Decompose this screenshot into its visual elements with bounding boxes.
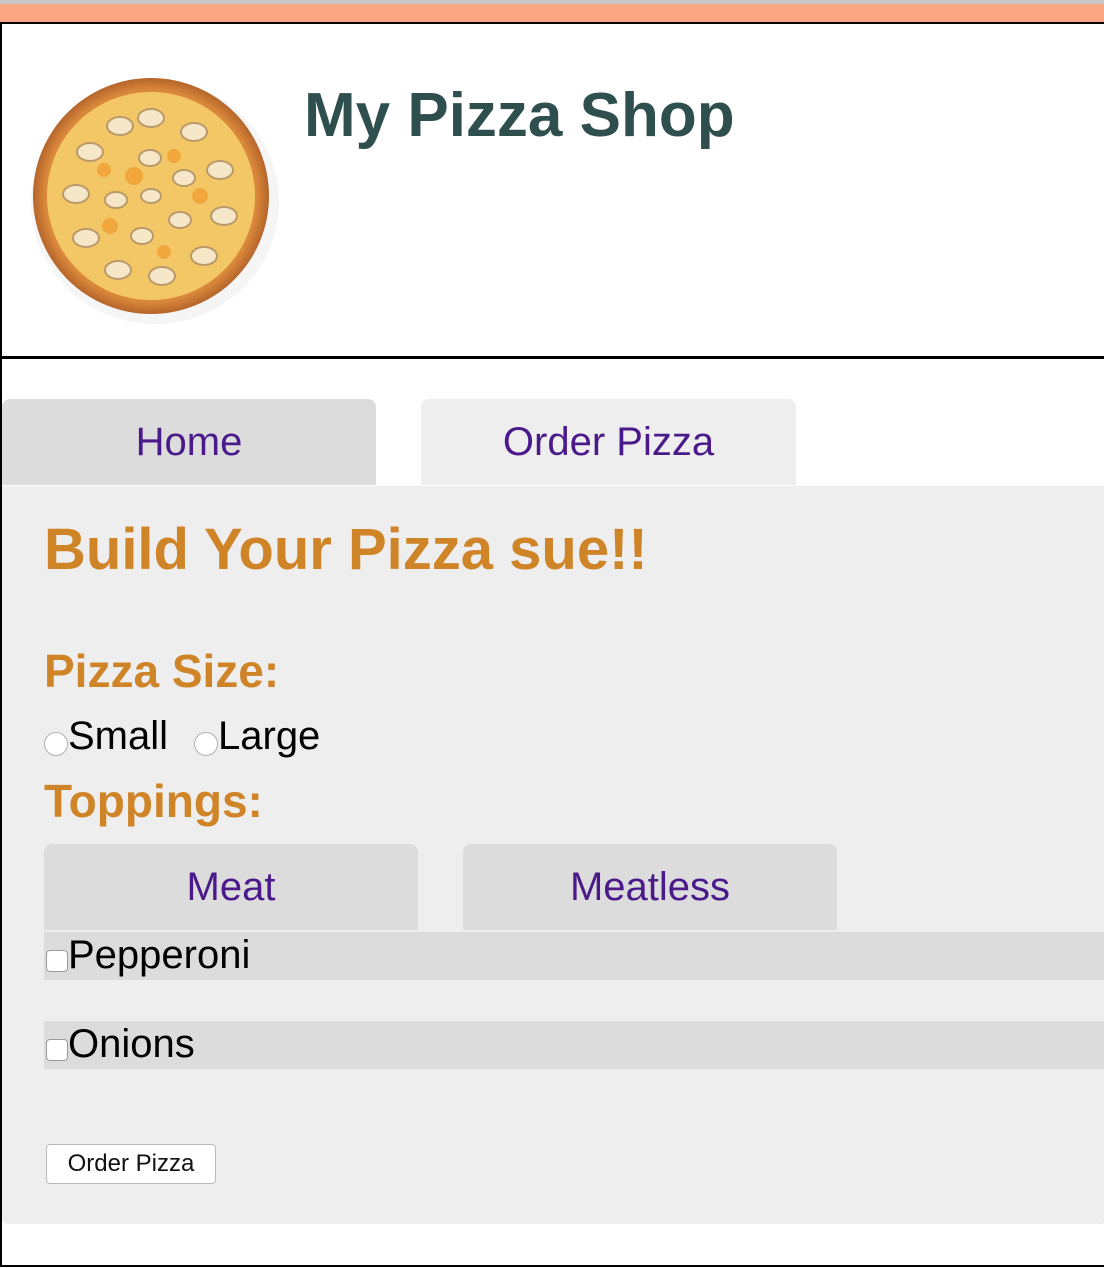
page-title: Build Your Pizza sue!! — [44, 517, 648, 582]
window-top-bar — [0, 0, 1104, 22]
pizza-size-heading: Pizza Size: — [44, 645, 280, 697]
topping-row-onions: Onions — [44, 1021, 1104, 1069]
tab-meatless[interactable]: Meatless — [463, 844, 837, 930]
size-large-label: Large — [218, 714, 321, 758]
site-header: My Pizza Shop — [2, 24, 1104, 359]
size-small-radio[interactable] — [44, 732, 68, 756]
tab-meat[interactable]: Meat — [44, 844, 418, 930]
topping-row-pepperoni: Pepperoni — [44, 932, 1104, 980]
pepperoni-checkbox[interactable] — [46, 950, 68, 972]
pizza-logo — [31, 78, 279, 324]
size-large-radio[interactable] — [194, 732, 218, 756]
page-frame: My Pizza Shop Home Order Pizza Build You… — [0, 22, 1104, 1267]
tab-order-pizza[interactable]: Order Pizza — [421, 399, 796, 485]
toppings-heading: Toppings: — [44, 775, 263, 827]
onions-label: Onions — [68, 1022, 195, 1066]
order-pizza-button[interactable]: Order Pizza — [46, 1144, 216, 1184]
pepperoni-label: Pepperoni — [68, 933, 251, 977]
order-panel: Build Your Pizza sue!! Pizza Size: Small… — [2, 486, 1104, 1224]
tab-home[interactable]: Home — [2, 399, 376, 485]
size-small-label: Small — [68, 714, 169, 758]
onions-checkbox[interactable] — [46, 1039, 68, 1061]
site-title: My Pizza Shop — [304, 81, 735, 150]
